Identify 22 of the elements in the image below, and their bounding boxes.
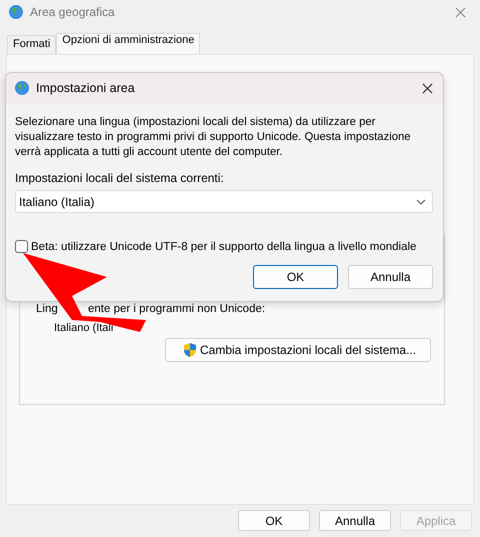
field-label: Impostazioni locali del sistema correnti: [15, 171, 225, 185]
globe-icon [14, 80, 30, 96]
window-title: Area geografica [30, 5, 116, 19]
tab[interactable]: Opzioni di amministrazione [56, 33, 200, 54]
group-label: ente per i programmi non Unicode: [88, 303, 266, 315]
close-icon[interactable] [422, 82, 433, 94]
group-label: Ling [36, 303, 59, 315]
description: Selezionare una lingua (impostazioni locali del sistema) da utilizzare per visualizzare testo in programmi privi di supporto Unicode. Questa impostazione verrà applicata a tutti gli account utente del computer. [15, 115, 412, 160]
globe-icon [8, 4, 24, 20]
dialog-button[interactable]: OK [253, 265, 338, 289]
dialog-title: Impostazioni area [36, 81, 136, 95]
change-locale-button[interactable]: Cambia impostazioni locali del sistema... [165, 338, 431, 362]
checkbox-label[interactable]: Beta: utilizzare Unicode UTF-8 per il supporto della lingua a livello mondiale [31, 240, 416, 252]
shield-icon [182, 342, 198, 358]
locale-select[interactable]: Italiano (Italia) [15, 190, 433, 213]
dialog-button[interactable]: Annulla [319, 510, 391, 531]
checkbox[interactable] [15, 240, 28, 253]
dialog-button[interactable]: Annulla [348, 265, 433, 289]
dialog-button[interactable]: OK [238, 510, 310, 531]
tab[interactable]: Formati [7, 35, 56, 54]
current-language: Italiano (Itali [54, 322, 114, 334]
chevron-down-icon [416, 198, 426, 204]
